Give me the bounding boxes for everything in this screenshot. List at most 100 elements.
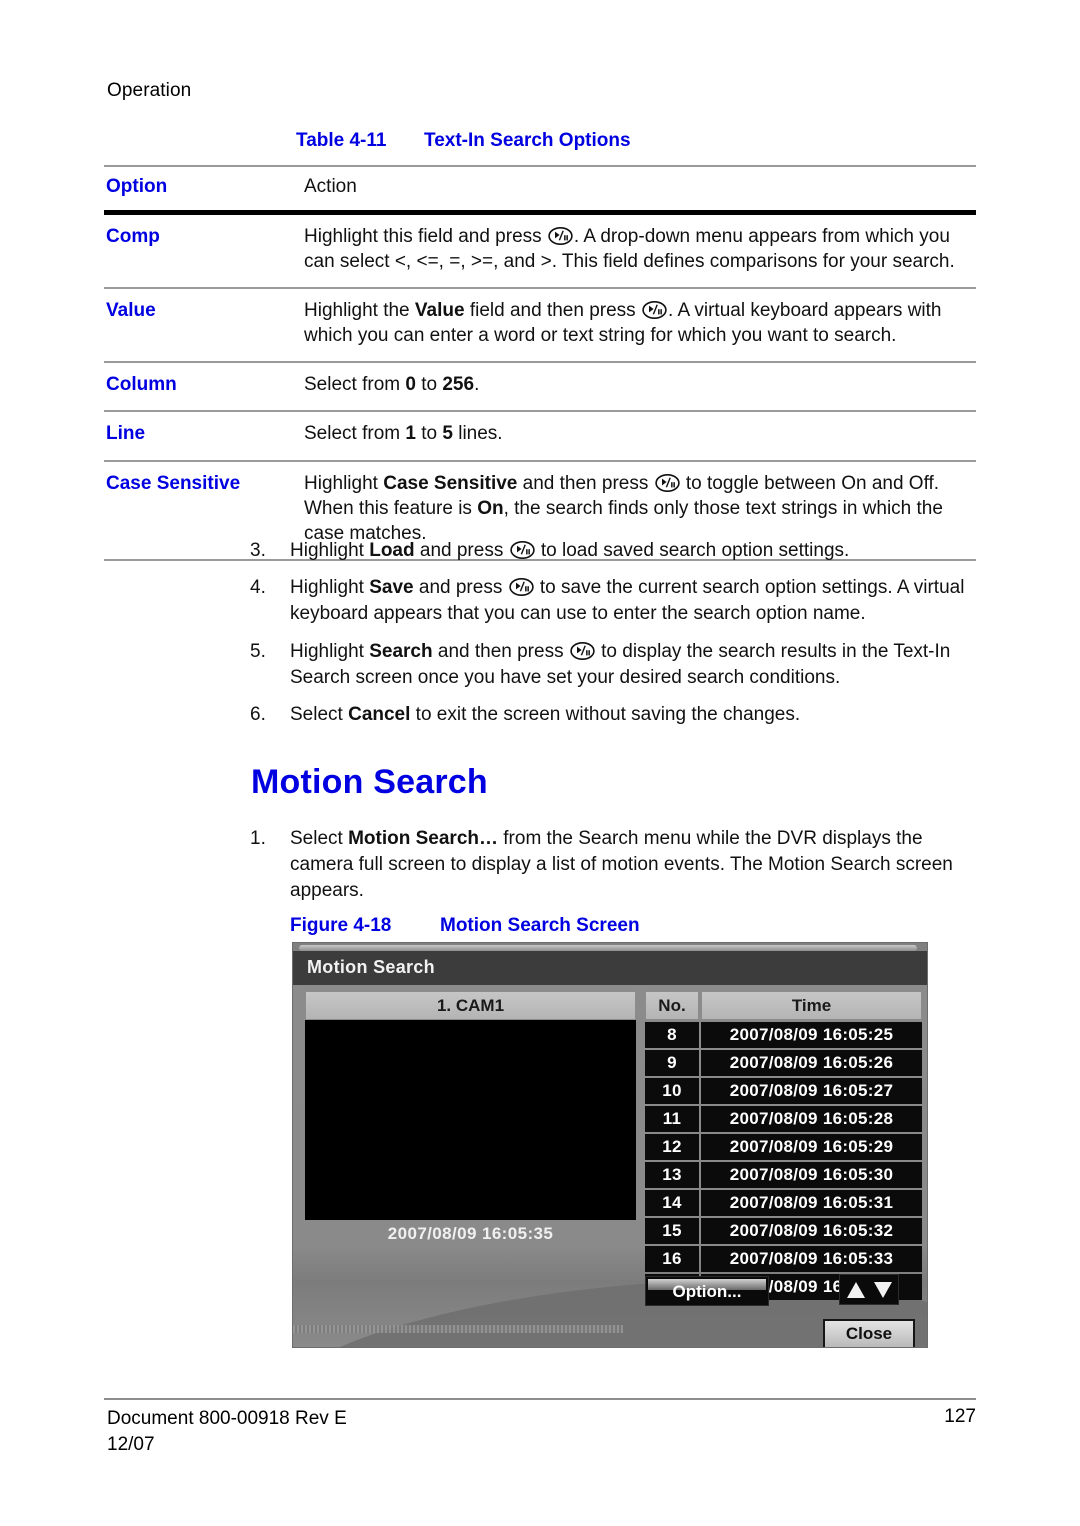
- figure-caption-number: Figure 4-18: [290, 915, 392, 936]
- table-row[interactable]: 14 2007/08/09 16:05:31: [645, 1190, 922, 1216]
- event-time: 2007/08/09 16:05:29: [701, 1134, 922, 1160]
- text-in-search-options-table: Option Action Comp Highlight this field and…: [104, 165, 976, 562]
- list-item-number: 6.: [250, 704, 266, 726]
- option-button-label: Option...: [672, 1282, 742, 1301]
- table-cell-action: Select from 1 to 5 lines.: [304, 410, 976, 461]
- emphasis: Motion Search…: [348, 828, 498, 849]
- event-number: 11: [645, 1106, 699, 1132]
- footer-document: Document 800-00918 Rev E: [107, 1408, 347, 1429]
- option-button[interactable]: Option...: [645, 1276, 769, 1306]
- figure-caption: Figure 4-18 Motion Search Screen: [290, 915, 640, 937]
- emphasis: 1: [405, 423, 416, 445]
- table-row[interactable]: 13 2007/08/09 16:05:30: [645, 1162, 922, 1188]
- camera-label: 1. CAM1: [436, 996, 505, 1015]
- play-pause-key-icon: [570, 641, 595, 660]
- emphasis: 5: [442, 423, 453, 445]
- event-time: 2007/08/09 16:05:30: [701, 1162, 922, 1188]
- emphasis: Cancel: [348, 704, 411, 726]
- table-caption-title: Text-In Search Options: [424, 130, 631, 151]
- column-header-no: No.: [645, 991, 699, 1020]
- running-head: Operation: [107, 80, 192, 101]
- play-pause-key-icon: [548, 227, 573, 246]
- camera-header: 1. CAM1: [305, 991, 636, 1020]
- list-item-text: Highlight Save and press to save the cur…: [290, 577, 965, 625]
- list-item-number: 3.: [250, 540, 266, 561]
- play-pause-key-icon: [509, 541, 535, 559]
- event-time: 2007/08/09 16:05:28: [701, 1106, 922, 1132]
- table-caption: Table 4-11 Text-In Search Options: [296, 130, 631, 152]
- list-item-text: Highlight Load and press to load saved s…: [290, 540, 850, 561]
- event-number: 10: [645, 1078, 699, 1104]
- emphasis: Search: [369, 640, 433, 662]
- table-cell-action: Highlight the Value field and then press…: [304, 287, 976, 363]
- emphasis: On: [477, 497, 504, 519]
- background-swoosh-texture: [293, 1325, 623, 1333]
- video-timestamp: 2007/08/09 16:05:35: [387, 1224, 554, 1243]
- table-cell-option: Comp: [104, 210, 304, 289]
- footer-rule: [104, 1398, 976, 1400]
- emphasis: Save: [369, 577, 414, 599]
- event-number: 14: [645, 1190, 699, 1216]
- footer-date: 12/07: [107, 1433, 155, 1455]
- scroll-arrows[interactable]: [839, 1274, 899, 1305]
- table-row: Column Select from 0 to 256.: [104, 361, 976, 412]
- table-row[interactable]: 11 2007/08/09 16:05:28: [645, 1106, 922, 1132]
- table-row[interactable]: 16 2007/08/09 16:05:33: [645, 1246, 922, 1272]
- text-in-steps-list: 3. Highlight Load and press to load saved…: [250, 538, 980, 739]
- figure-caption-title: Motion Search Screen: [440, 915, 640, 936]
- table-cell-option: Value: [104, 287, 304, 363]
- camera-video-area[interactable]: [305, 1020, 636, 1220]
- table-row[interactable]: 15 2007/08/09 16:05:32: [645, 1218, 922, 1244]
- play-pause-key-icon: [508, 578, 534, 597]
- close-button[interactable]: Close: [823, 1319, 915, 1347]
- event-list[interactable]: 8 2007/08/09 16:05:25 9 2007/08/09 16:05:26…: [645, 1022, 922, 1302]
- table-row: Comp Highlight this field and press . A d…: [104, 210, 976, 289]
- event-time: 2007/08/09 16:05:25: [701, 1022, 922, 1048]
- list-item: 6. Select Cancel to exit the screen witho…: [250, 702, 980, 728]
- list-item: 5. Highlight Search and then press to dis…: [250, 639, 980, 691]
- event-time: 2007/08/09 16:05:33: [701, 1246, 922, 1272]
- event-number: 9: [645, 1050, 699, 1076]
- table-row[interactable]: 9 2007/08/09 16:05:26: [645, 1050, 922, 1076]
- triangle-up-icon[interactable]: [844, 1278, 868, 1302]
- table-row[interactable]: 8 2007/08/09 16:05:25: [645, 1022, 922, 1048]
- table-caption-number: Table 4-11: [296, 130, 387, 151]
- event-number: 13: [645, 1162, 699, 1188]
- table-cell-action: Select from 0 to 256.: [304, 361, 976, 412]
- document-page: Operation Table 4-11 Text-In Search Optio…: [0, 0, 1080, 1526]
- list-item: 3. Highlight Load and press to load saved…: [250, 538, 980, 564]
- event-number: 12: [645, 1134, 699, 1160]
- emphasis: Case Sensitive: [383, 472, 518, 494]
- table-cell-action: Highlight this field and press . A drop-…: [304, 210, 976, 289]
- event-time: 2007/08/09 16:05:31: [701, 1190, 922, 1216]
- triangle-down-icon[interactable]: [871, 1278, 895, 1302]
- play-pause-key-icon: [642, 301, 667, 320]
- table-header-option: Option: [104, 165, 304, 213]
- table-cell-option: Line: [104, 410, 304, 461]
- column-header-time: Time: [701, 991, 922, 1020]
- table-header-action: Action: [304, 165, 976, 213]
- list-item-text: Select Motion Search… from the Search me…: [290, 828, 953, 902]
- list-item-number: 5.: [250, 640, 266, 662]
- emphasis: 0: [405, 374, 416, 396]
- list-item: 1. Select Motion Search… from the Search …: [250, 826, 980, 905]
- event-time: 2007/08/09 16:05:27: [701, 1078, 922, 1104]
- list-item-number: 1.: [250, 828, 266, 849]
- table-cell-option: Column: [104, 361, 304, 412]
- table-row[interactable]: 12 2007/08/09 16:05:29: [645, 1134, 922, 1160]
- table-header-row: Option Action: [104, 165, 976, 213]
- list-item-text: Highlight Search and then press to displ…: [290, 640, 951, 688]
- footer-left: Document 800-00918 Rev E 12/07: [107, 1406, 347, 1458]
- list-item-number: 4.: [250, 577, 266, 599]
- table-row: Value Highlight the Value field and then …: [104, 287, 976, 363]
- motion-search-screen-figure: Motion Search 1. CAM1 2007/08/09 16:05:3…: [292, 942, 928, 1348]
- play-pause-key-icon: [654, 473, 680, 492]
- event-number: 15: [645, 1218, 699, 1244]
- event-time: 2007/08/09 16:05:32: [701, 1218, 922, 1244]
- emphasis: Load: [369, 540, 415, 561]
- page-title: Motion Search: [251, 763, 488, 801]
- table-row: Line Select from 1 to 5 lines.: [104, 410, 976, 461]
- emphasis: Value: [414, 300, 465, 322]
- table-row[interactable]: 10 2007/08/09 16:05:27: [645, 1078, 922, 1104]
- window-titlebar: Motion Search: [293, 951, 927, 985]
